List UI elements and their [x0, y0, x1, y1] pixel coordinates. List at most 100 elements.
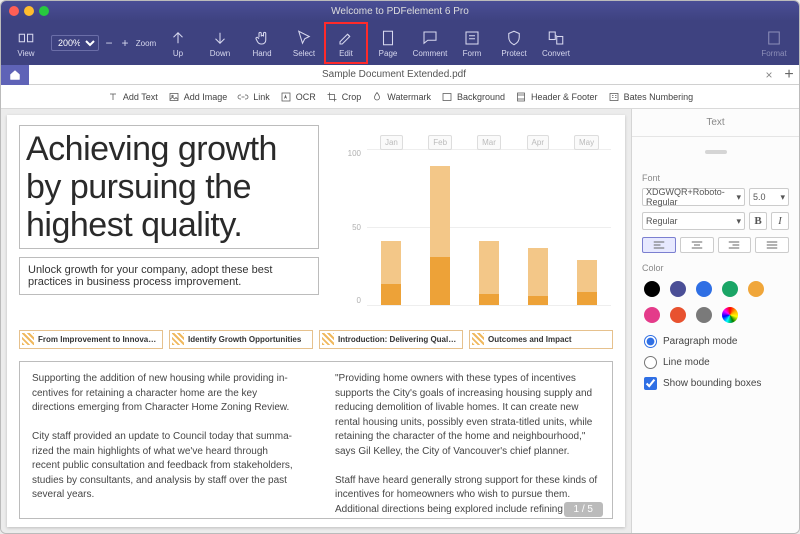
format-button[interactable]: Format: [753, 23, 795, 63]
select-button[interactable]: Select: [283, 23, 325, 63]
document-canvas[interactable]: Achieving growth by pursuing the highest…: [1, 109, 631, 533]
background-icon: [441, 91, 453, 103]
align-left-button[interactable]: [642, 237, 676, 253]
doc-headline[interactable]: Achieving growth by pursuing the highest…: [19, 125, 319, 249]
convert-button[interactable]: Convert: [535, 23, 577, 63]
window-title: Welcome to PDFelement 6 Pro: [1, 6, 799, 17]
comment-icon: [421, 29, 439, 47]
page-button[interactable]: Page: [367, 23, 409, 63]
link-button[interactable]: Link: [237, 91, 270, 103]
bar-Feb: Feb: [426, 148, 454, 305]
zoom-in-button[interactable]: +: [119, 37, 131, 49]
bar-label: Feb: [428, 135, 452, 150]
section-heading[interactable]: Identify Growth Opportunities: [169, 330, 313, 349]
bar-Jan: Jan: [377, 223, 405, 305]
close-tab-button[interactable]: ×: [759, 68, 779, 82]
pdf-page: Achieving growth by pursuing the highest…: [7, 115, 625, 527]
two-column-text[interactable]: Supporting the addition of new housing w…: [19, 361, 613, 519]
ocr-button[interactable]: OCR: [280, 91, 316, 103]
maximize-window-icon[interactable]: [39, 6, 49, 16]
font-family-select[interactable]: XDGWQR+Roboto-Regular▾: [642, 188, 745, 206]
add-image-button[interactable]: Add Image: [168, 91, 228, 103]
form-button[interactable]: Form: [451, 23, 493, 63]
select-icon: [295, 29, 313, 47]
bar-May: May: [573, 242, 601, 305]
close-window-icon[interactable]: [9, 6, 19, 16]
bates-button[interactable]: Bates Numbering: [608, 91, 694, 103]
background-button[interactable]: Background: [441, 91, 505, 103]
bold-button[interactable]: B: [749, 212, 767, 230]
italic-button[interactable]: I: [771, 212, 789, 230]
show-bounding-boxes-check[interactable]: Show bounding boxes: [644, 377, 787, 390]
align-center-button[interactable]: [680, 237, 714, 253]
header-footer-icon: [515, 91, 527, 103]
bar-label: Apr: [527, 135, 549, 150]
zoom-select[interactable]: 200%: [51, 35, 99, 51]
zoom-label-wrap: Zoom: [135, 23, 157, 63]
ocr-icon: [280, 91, 292, 103]
toolbar-spacer: [577, 23, 753, 63]
zoom-control: 200% − +: [47, 35, 135, 51]
bar-label: May: [574, 135, 599, 150]
color-picker-icon[interactable]: [722, 307, 738, 323]
column-right[interactable]: "Providing home owners with these types …: [323, 362, 612, 518]
doc-subtitle[interactable]: Unlock growth for your company, adopt th…: [19, 257, 319, 295]
hand-icon: [253, 29, 271, 47]
inspector-title: Text: [632, 109, 799, 137]
page-icon: [379, 29, 397, 47]
section-heading[interactable]: From Improvement to Innovation: [19, 330, 163, 349]
up-button[interactable]: Up: [157, 23, 199, 63]
color-swatch[interactable]: [696, 307, 712, 323]
new-tab-button[interactable]: +: [779, 66, 799, 84]
main-toolbar: View 200% − + Zoom Up Down Hand Select E…: [1, 21, 799, 65]
chevron-down-icon: ▾: [780, 192, 785, 203]
view-button[interactable]: View: [5, 23, 47, 63]
minimize-window-icon[interactable]: [24, 6, 34, 16]
image-icon: [168, 91, 180, 103]
page-indicator: 1 / 5: [564, 502, 603, 517]
ytick: 100: [337, 149, 361, 158]
inspector-grip: [632, 137, 799, 167]
add-text-button[interactable]: Add Text: [107, 91, 158, 103]
convert-icon: [547, 29, 565, 47]
zoom-label: Zoom: [136, 39, 156, 48]
color-swatch[interactable]: [722, 281, 738, 297]
font-size-select[interactable]: 5.0▾: [749, 188, 789, 206]
form-icon: [463, 29, 481, 47]
bar-Apr: Apr: [524, 230, 552, 305]
column-left[interactable]: Supporting the addition of new housing w…: [20, 362, 309, 518]
align-justify-button[interactable]: [755, 237, 789, 253]
comment-button[interactable]: Comment: [409, 23, 451, 63]
bar-label: Mar: [477, 135, 501, 150]
ytick: 50: [337, 223, 361, 232]
section-heading[interactable]: Outcomes and Impact: [469, 330, 613, 349]
align-right-button[interactable]: [718, 237, 752, 253]
file-name: Sample Document Extended.pdf: [29, 69, 759, 80]
color-swatch[interactable]: [670, 307, 686, 323]
color-swatch[interactable]: [644, 281, 660, 297]
line-mode-radio[interactable]: Line mode: [644, 356, 787, 369]
zoom-out-button[interactable]: −: [103, 37, 115, 49]
section-heading[interactable]: Introduction: Delivering Quality: [319, 330, 463, 349]
protect-button[interactable]: Protect: [493, 23, 535, 63]
home-button[interactable]: [1, 65, 29, 85]
color-swatch[interactable]: [670, 281, 686, 297]
bates-icon: [608, 91, 620, 103]
crop-button[interactable]: Crop: [326, 91, 362, 103]
arrow-down-icon: [211, 29, 229, 47]
font-style-select[interactable]: Regular▾: [642, 212, 745, 230]
down-button[interactable]: Down: [199, 23, 241, 63]
edit-button[interactable]: Edit: [325, 23, 367, 63]
color-swatch[interactable]: [644, 307, 660, 323]
color-swatch[interactable]: [696, 281, 712, 297]
watermark-button[interactable]: Watermark: [371, 91, 431, 103]
paragraph-mode-radio[interactable]: Paragraph mode: [644, 335, 787, 348]
color-swatch[interactable]: [748, 281, 764, 297]
header-footer-button[interactable]: Header & Footer: [515, 91, 598, 103]
shield-icon: [505, 29, 523, 47]
format-icon: [765, 29, 783, 47]
inspector-panel: Text Font XDGWQR+Roboto-Regular▾ 5.0▾ Re…: [631, 109, 799, 533]
hand-button[interactable]: Hand: [241, 23, 283, 63]
color-section-label: Color: [632, 257, 799, 275]
watermark-icon: [371, 91, 383, 103]
